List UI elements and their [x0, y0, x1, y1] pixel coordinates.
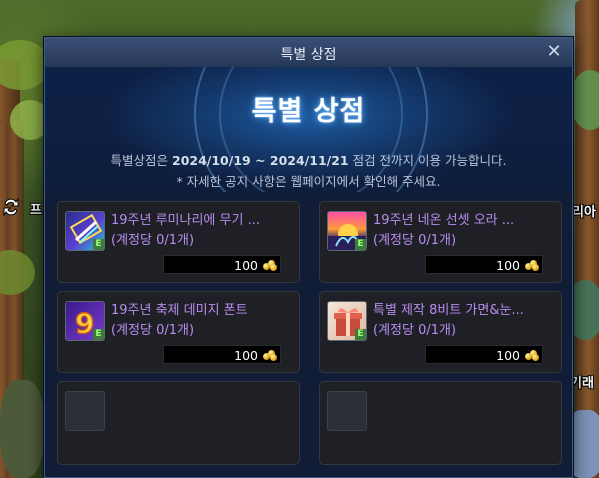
shop-banner: 특별 상점 특별상점은 2024/10/19 ~ 2024/11/21 점검 전…	[45, 67, 572, 192]
gift-box-icon: E	[327, 301, 367, 341]
shop-item-card[interactable]: E 19주년 네온 선셋 오라 ... (계정당 0/1개) 100	[319, 201, 562, 283]
item-limit: (계정당 0/1개)	[111, 323, 195, 338]
close-icon: ✕	[546, 41, 562, 62]
coin-stack-icon	[263, 350, 277, 361]
item-limit: (계정당 0/1개)	[111, 233, 195, 248]
price-box: 100	[425, 255, 543, 274]
item-limit: (계정당 0/1개)	[373, 323, 457, 338]
damage-font-icon: 9 E	[65, 301, 105, 341]
coin-stack-icon	[525, 260, 539, 271]
neon-sunset-aura-icon: E	[327, 211, 367, 251]
left-edge-text: 프	[30, 203, 42, 218]
lumi-weapon-icon: E	[65, 211, 105, 251]
banner-title: 특별 상점	[251, 96, 366, 127]
item-price: 100	[234, 258, 258, 273]
empty-item-slot	[57, 381, 300, 465]
price-box: 100	[163, 255, 281, 274]
special-shop-window: 특별 상점 ✕ 특별 상점 특별상점은 2024/10/19 ~ 2024/11…	[44, 37, 573, 478]
item-price: 100	[496, 348, 520, 363]
item-name: 19주년 네온 선셋 오라 ...	[373, 213, 515, 228]
notice-line-2: * 자세한 공지 사항은 웹페이지에서 확인해 주세요.	[176, 174, 441, 189]
window-title: 특별 상점	[280, 47, 337, 63]
item-price: 100	[234, 348, 258, 363]
expiring-badge: E	[355, 239, 366, 250]
empty-icon-slot	[327, 391, 367, 431]
shop-item-card[interactable]: 9 E 19주년 축제 데미지 폰트 (계정당 0/1개) 100	[57, 291, 300, 373]
swap-arrows-icon	[3, 197, 19, 217]
empty-icon-slot	[65, 391, 105, 431]
expiring-badge: E	[93, 329, 104, 340]
notice-suffix: 점검 전까지 이용 가능합니다.	[348, 153, 507, 168]
item-name: 19주년 루미나리에 무기 ...	[111, 213, 260, 228]
empty-item-slot	[319, 381, 562, 465]
close-button[interactable]: ✕	[544, 41, 564, 63]
price-box: 100	[163, 345, 281, 364]
item-price: 100	[496, 258, 520, 273]
right-edge-text-2: 기래	[570, 376, 594, 391]
item-name: 특별 제작 8비트 가면&눈...	[373, 303, 524, 318]
expiring-badge: E	[93, 239, 104, 250]
item-name: 19주년 축제 데미지 폰트	[111, 303, 248, 318]
notice-prefix: 특별상점은	[110, 153, 172, 168]
price-box: 100	[425, 345, 543, 364]
shop-item-card[interactable]: E 19주년 루미나리에 무기 ... (계정당 0/1개) 100	[57, 201, 300, 283]
coin-stack-icon	[263, 260, 277, 271]
shop-item-card[interactable]: E 특별 제작 8비트 가면&눈... (계정당 0/1개) 100	[319, 291, 562, 373]
right-edge-text-1: 리아	[572, 205, 596, 220]
svg-text:9: 9	[75, 307, 94, 340]
expiring-badge: E	[355, 329, 366, 340]
item-limit: (계정당 0/1개)	[373, 233, 457, 248]
window-titlebar[interactable]: 특별 상점 ✕	[45, 38, 572, 68]
notice-period: 2024/10/19 ~ 2024/11/21	[172, 153, 349, 168]
notice-line-1: 특별상점은 2024/10/19 ~ 2024/11/21 점검 전까지 이용 …	[45, 150, 572, 169]
coin-stack-icon	[525, 350, 539, 361]
